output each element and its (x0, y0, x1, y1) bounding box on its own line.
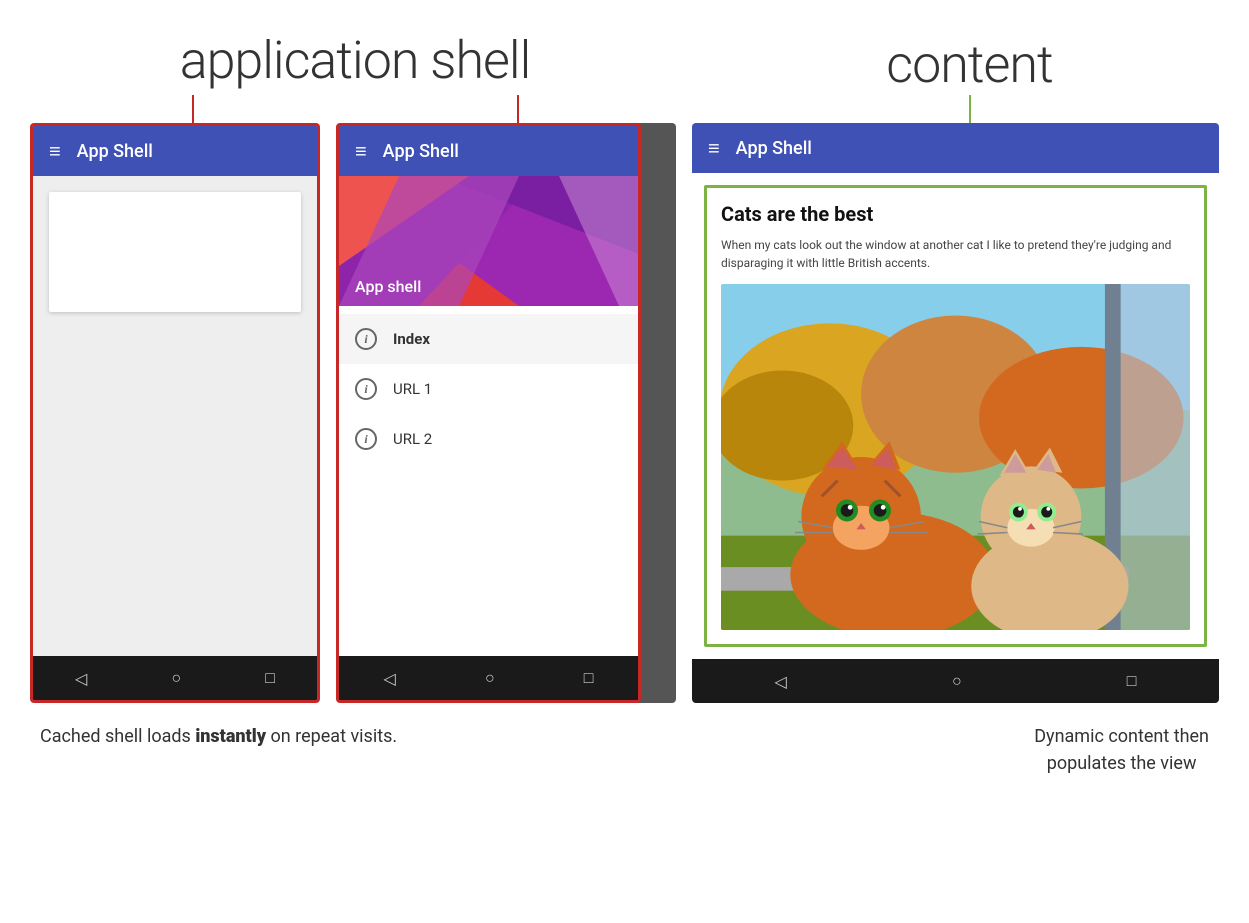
recent-icon-3: □ (1127, 671, 1137, 691)
phone-2-frame: ≡ App Shell (336, 123, 641, 703)
drawer-item-index[interactable]: i Index (339, 314, 638, 364)
back-icon-2: ◁ (384, 669, 396, 688)
drawer-header: App shell (339, 176, 638, 306)
phone-2-wrapper: ≡ App Shell (336, 123, 676, 703)
back-icon-3: ◁ (775, 672, 787, 691)
phone-1: ≡ App Shell ◁ ○ □ (30, 123, 320, 703)
drawer-list: i Index i URL 1 i URL 2 (339, 306, 638, 472)
phone-3-toolbar: ≡ App Shell (692, 123, 1219, 173)
drawer-item-url1[interactable]: i URL 1 (339, 364, 638, 414)
phone-2-toolbar: ≡ App Shell (339, 126, 638, 176)
drawer-panel: App shell i Index i URL 1 (339, 176, 638, 656)
caption-left: Cached shell loads instantly on repeat v… (40, 723, 397, 750)
phone-1-content (33, 176, 317, 656)
connector-line-right (969, 95, 971, 123)
info-icon-url1: i (355, 378, 377, 400)
url1-label: URL 1 (393, 380, 432, 398)
connector-line-middle (517, 95, 519, 123)
toolbar-title-3: App Shell (736, 138, 812, 159)
toolbar-title-2: App Shell (383, 141, 459, 162)
home-icon-2: ○ (485, 668, 495, 688)
content-green-box: Cats are the best When my cats look out … (704, 185, 1207, 647)
app-shell-heading: application shell (180, 30, 531, 91)
content-heading: content (886, 34, 1053, 95)
home-icon-1: ○ (171, 668, 181, 688)
connector-line-left (192, 95, 194, 123)
phone-3-content: Cats are the best When my cats look out … (692, 173, 1219, 659)
hamburger-icon-2: ≡ (355, 139, 367, 164)
info-icon-url2: i (355, 428, 377, 450)
content-title: Cats are the best (721, 202, 1190, 226)
phone-1-toolbar: ≡ App Shell (33, 126, 317, 176)
toolbar-title-1: App Shell (77, 141, 153, 162)
white-card (49, 192, 301, 312)
drawer-header-title: App shell (355, 277, 421, 296)
index-label: Index (393, 330, 430, 348)
phone-3: ≡ App Shell Cats are the best When my ca… (692, 123, 1219, 703)
hamburger-icon-1: ≡ (49, 139, 61, 164)
caption-right-line1: Dynamic content then (1034, 726, 1209, 747)
phone-2-navbar: ◁ ○ □ (339, 656, 638, 700)
drawer-item-url2[interactable]: i URL 2 (339, 414, 638, 464)
phones-row: ≡ App Shell ◁ ○ □ ≡ App Shell (30, 123, 1219, 703)
phone-1-navbar: ◁ ○ □ (33, 656, 317, 700)
bottom-captions: Cached shell loads instantly on repeat v… (30, 723, 1219, 777)
recent-icon-2: □ (584, 668, 594, 688)
info-icon-index: i (355, 328, 377, 350)
cat-image (721, 284, 1190, 630)
back-icon-1: ◁ (75, 669, 87, 688)
hamburger-icon-3: ≡ (708, 136, 720, 161)
cat-scene (721, 284, 1190, 630)
caption-bold: instantly (195, 726, 266, 747)
phone-3-navbar: ◁ ○ □ (692, 659, 1219, 703)
home-icon-3: ○ (952, 671, 962, 691)
caption-right: Dynamic content then populates the view (1034, 723, 1209, 777)
url2-label: URL 2 (393, 430, 432, 448)
caption-right-line2: populates the view (1047, 753, 1197, 774)
recent-icon-1: □ (265, 668, 275, 688)
content-description: When my cats look out the window at anot… (721, 236, 1190, 272)
